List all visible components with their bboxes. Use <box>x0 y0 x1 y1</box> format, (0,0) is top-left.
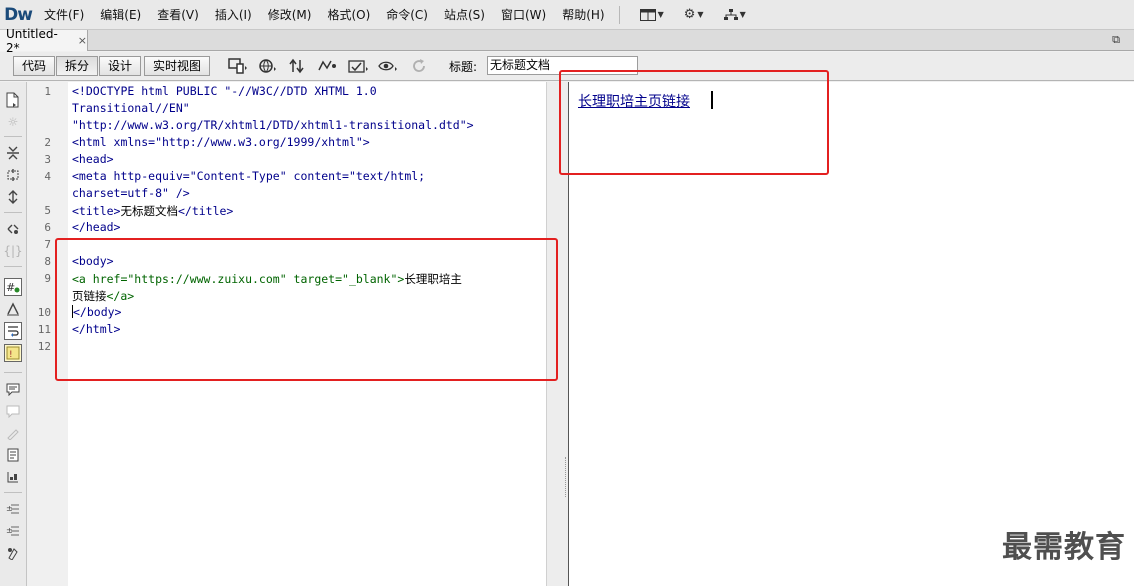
svg-text:±: ± <box>6 504 13 513</box>
dw-logo: Dw <box>4 4 33 25</box>
check-compat-icon[interactable] <box>348 57 370 75</box>
code-highlight-box <box>55 238 558 381</box>
line-number: 12 <box>37 340 51 353</box>
gear-icon: ⚙ <box>683 7 696 22</box>
document-tab-label: Untitled-2* <box>6 26 58 55</box>
title-label: 标题: <box>449 60 478 74</box>
recent-snippets-icon[interactable] <box>4 446 22 464</box>
menu-site[interactable]: 站点(S) <box>436 0 493 30</box>
code-line: <meta http-equiv="Content-Type" content=… <box>72 169 426 183</box>
code-line: <head> <box>72 152 114 166</box>
line-number: 1 <box>44 85 51 98</box>
splitter-grip[interactable] <box>565 457 567 497</box>
title-text: 无标题文档 <box>120 204 178 218</box>
line-number: 11 <box>37 323 51 336</box>
line-number: 10 <box>37 306 51 319</box>
design-highlight-box <box>559 70 829 175</box>
collapse-full-tag-icon[interactable] <box>4 144 22 162</box>
line-numbers-icon[interactable]: # <box>4 278 22 296</box>
menu-format[interactable]: 格式(O) <box>319 0 378 30</box>
line-number: 5 <box>44 204 51 217</box>
select-parent-tag-icon[interactable] <box>4 220 22 238</box>
document-tab[interactable]: Untitled-2* × <box>0 27 88 55</box>
toolbar-separator <box>4 266 22 267</box>
w3c-validation-icon[interactable] <box>318 57 340 75</box>
svg-text:#: # <box>6 281 15 294</box>
menu-view[interactable]: 查看(V) <box>149 0 207 30</box>
line-number: 7 <box>44 238 51 251</box>
file-management-icon[interactable] <box>288 57 310 75</box>
line-number: 2 <box>44 136 51 149</box>
refresh-icon[interactable] <box>408 57 430 75</box>
line-number: 9 <box>44 272 51 285</box>
title-open-tag: <title> <box>72 204 121 218</box>
site-menu-button[interactable]: ▼ <box>714 0 756 30</box>
svg-text:±: ± <box>6 526 13 535</box>
expand-all-icon[interactable] <box>4 188 22 206</box>
toolbar-separator <box>4 212 22 213</box>
chevron-down-icon: ▼ <box>697 10 704 19</box>
collapse-selection-icon[interactable] <box>4 166 22 184</box>
menu-separator <box>618 5 620 24</box>
menu-modify[interactable]: 修改(M) <box>260 0 320 30</box>
code-line-title: <title>无标题文档</title> <box>72 203 233 219</box>
layout-icon <box>639 8 656 21</box>
layout-menu-button[interactable]: ▼ <box>630 0 674 30</box>
line-number: 6 <box>44 221 51 234</box>
dreamweaver-window: Dw 文件(F) 编辑(E) 查看(V) 插入(I) 修改(M) 格式(O) 命… <box>0 0 1134 586</box>
multiscreen-icon[interactable] <box>227 57 249 75</box>
split-view-button[interactable]: 拆分 <box>56 56 98 76</box>
line-number: 4 <box>44 170 51 183</box>
indent-code-icon[interactable]: ± <box>4 500 22 518</box>
toolbar-separator <box>4 136 22 137</box>
move-css-icon[interactable] <box>4 468 22 486</box>
menu-bar: Dw 文件(F) 编辑(E) 查看(V) 插入(I) 修改(M) 格式(O) 命… <box>0 0 1134 30</box>
live-view-button[interactable]: 实时视图 <box>144 56 210 76</box>
word-wrap-icon[interactable] <box>4 322 22 340</box>
restore-window-icon[interactable]: ⧉ <box>1112 33 1120 47</box>
svg-text:!: ! <box>9 350 13 360</box>
code-line: Transitional//EN" <box>72 101 190 115</box>
chevron-down-icon: ▼ <box>739 10 746 19</box>
code-line: "http://www.w3.org/TR/xhtml1/DTD/xhtml1-… <box>72 118 474 132</box>
code-line: <!DOCTYPE html PUBLIC "-//W3C//DTD XHTML… <box>72 84 377 98</box>
chevron-down-icon: ▼ <box>657 10 664 19</box>
syntax-error-alerts-icon[interactable]: ! <box>4 344 22 362</box>
menu-file[interactable]: 文件(F) <box>36 0 92 30</box>
highlight-invalid-code-icon[interactable] <box>4 300 22 318</box>
coding-toolbar: ☼ {|} # ! ± ± <box>0 82 27 586</box>
visual-aids-icon[interactable] <box>378 57 400 75</box>
code-line: <html xmlns="http://www.w3.org/1999/xhtm… <box>72 135 370 149</box>
toolbar-separator <box>4 492 22 493</box>
code-view-button[interactable]: 代码 <box>13 56 55 76</box>
open-documents-icon[interactable] <box>4 91 22 109</box>
menu-insert[interactable]: 插入(I) <box>207 0 260 30</box>
balance-braces-icon[interactable]: {|} <box>3 242 22 260</box>
code-line: </head> <box>72 220 121 234</box>
document-tab-bar: Untitled-2* × ⧉ <box>0 27 1134 55</box>
site-icon <box>723 8 738 20</box>
title-close-tag: </title> <box>177 204 234 218</box>
watermark: 最需教育 <box>1002 530 1126 565</box>
show-code-navigator-icon[interactable]: ☼ <box>4 113 22 131</box>
menu-window[interactable]: 窗口(W) <box>493 0 554 30</box>
remove-comment-icon[interactable] <box>4 402 22 420</box>
line-number: 3 <box>44 153 51 166</box>
code-line: charset=utf-8" /> <box>72 186 190 200</box>
format-source-code-icon[interactable] <box>4 544 22 562</box>
close-icon[interactable]: × <box>78 34 87 47</box>
wrap-tag-icon[interactable] <box>4 424 22 442</box>
toolbar-separator <box>4 372 22 373</box>
preview-browser-icon[interactable] <box>257 57 279 75</box>
outdent-code-icon[interactable]: ± <box>4 522 22 540</box>
extensions-menu-button[interactable]: ⚙ ▼ <box>674 0 714 30</box>
menu-commands[interactable]: 命令(C) <box>378 0 436 30</box>
menu-edit[interactable]: 编辑(E) <box>92 0 149 30</box>
line-number: 8 <box>44 255 51 268</box>
design-view-button[interactable]: 设计 <box>99 56 141 76</box>
apply-comment-icon[interactable] <box>4 380 22 398</box>
menu-help[interactable]: 帮助(H) <box>554 0 612 30</box>
